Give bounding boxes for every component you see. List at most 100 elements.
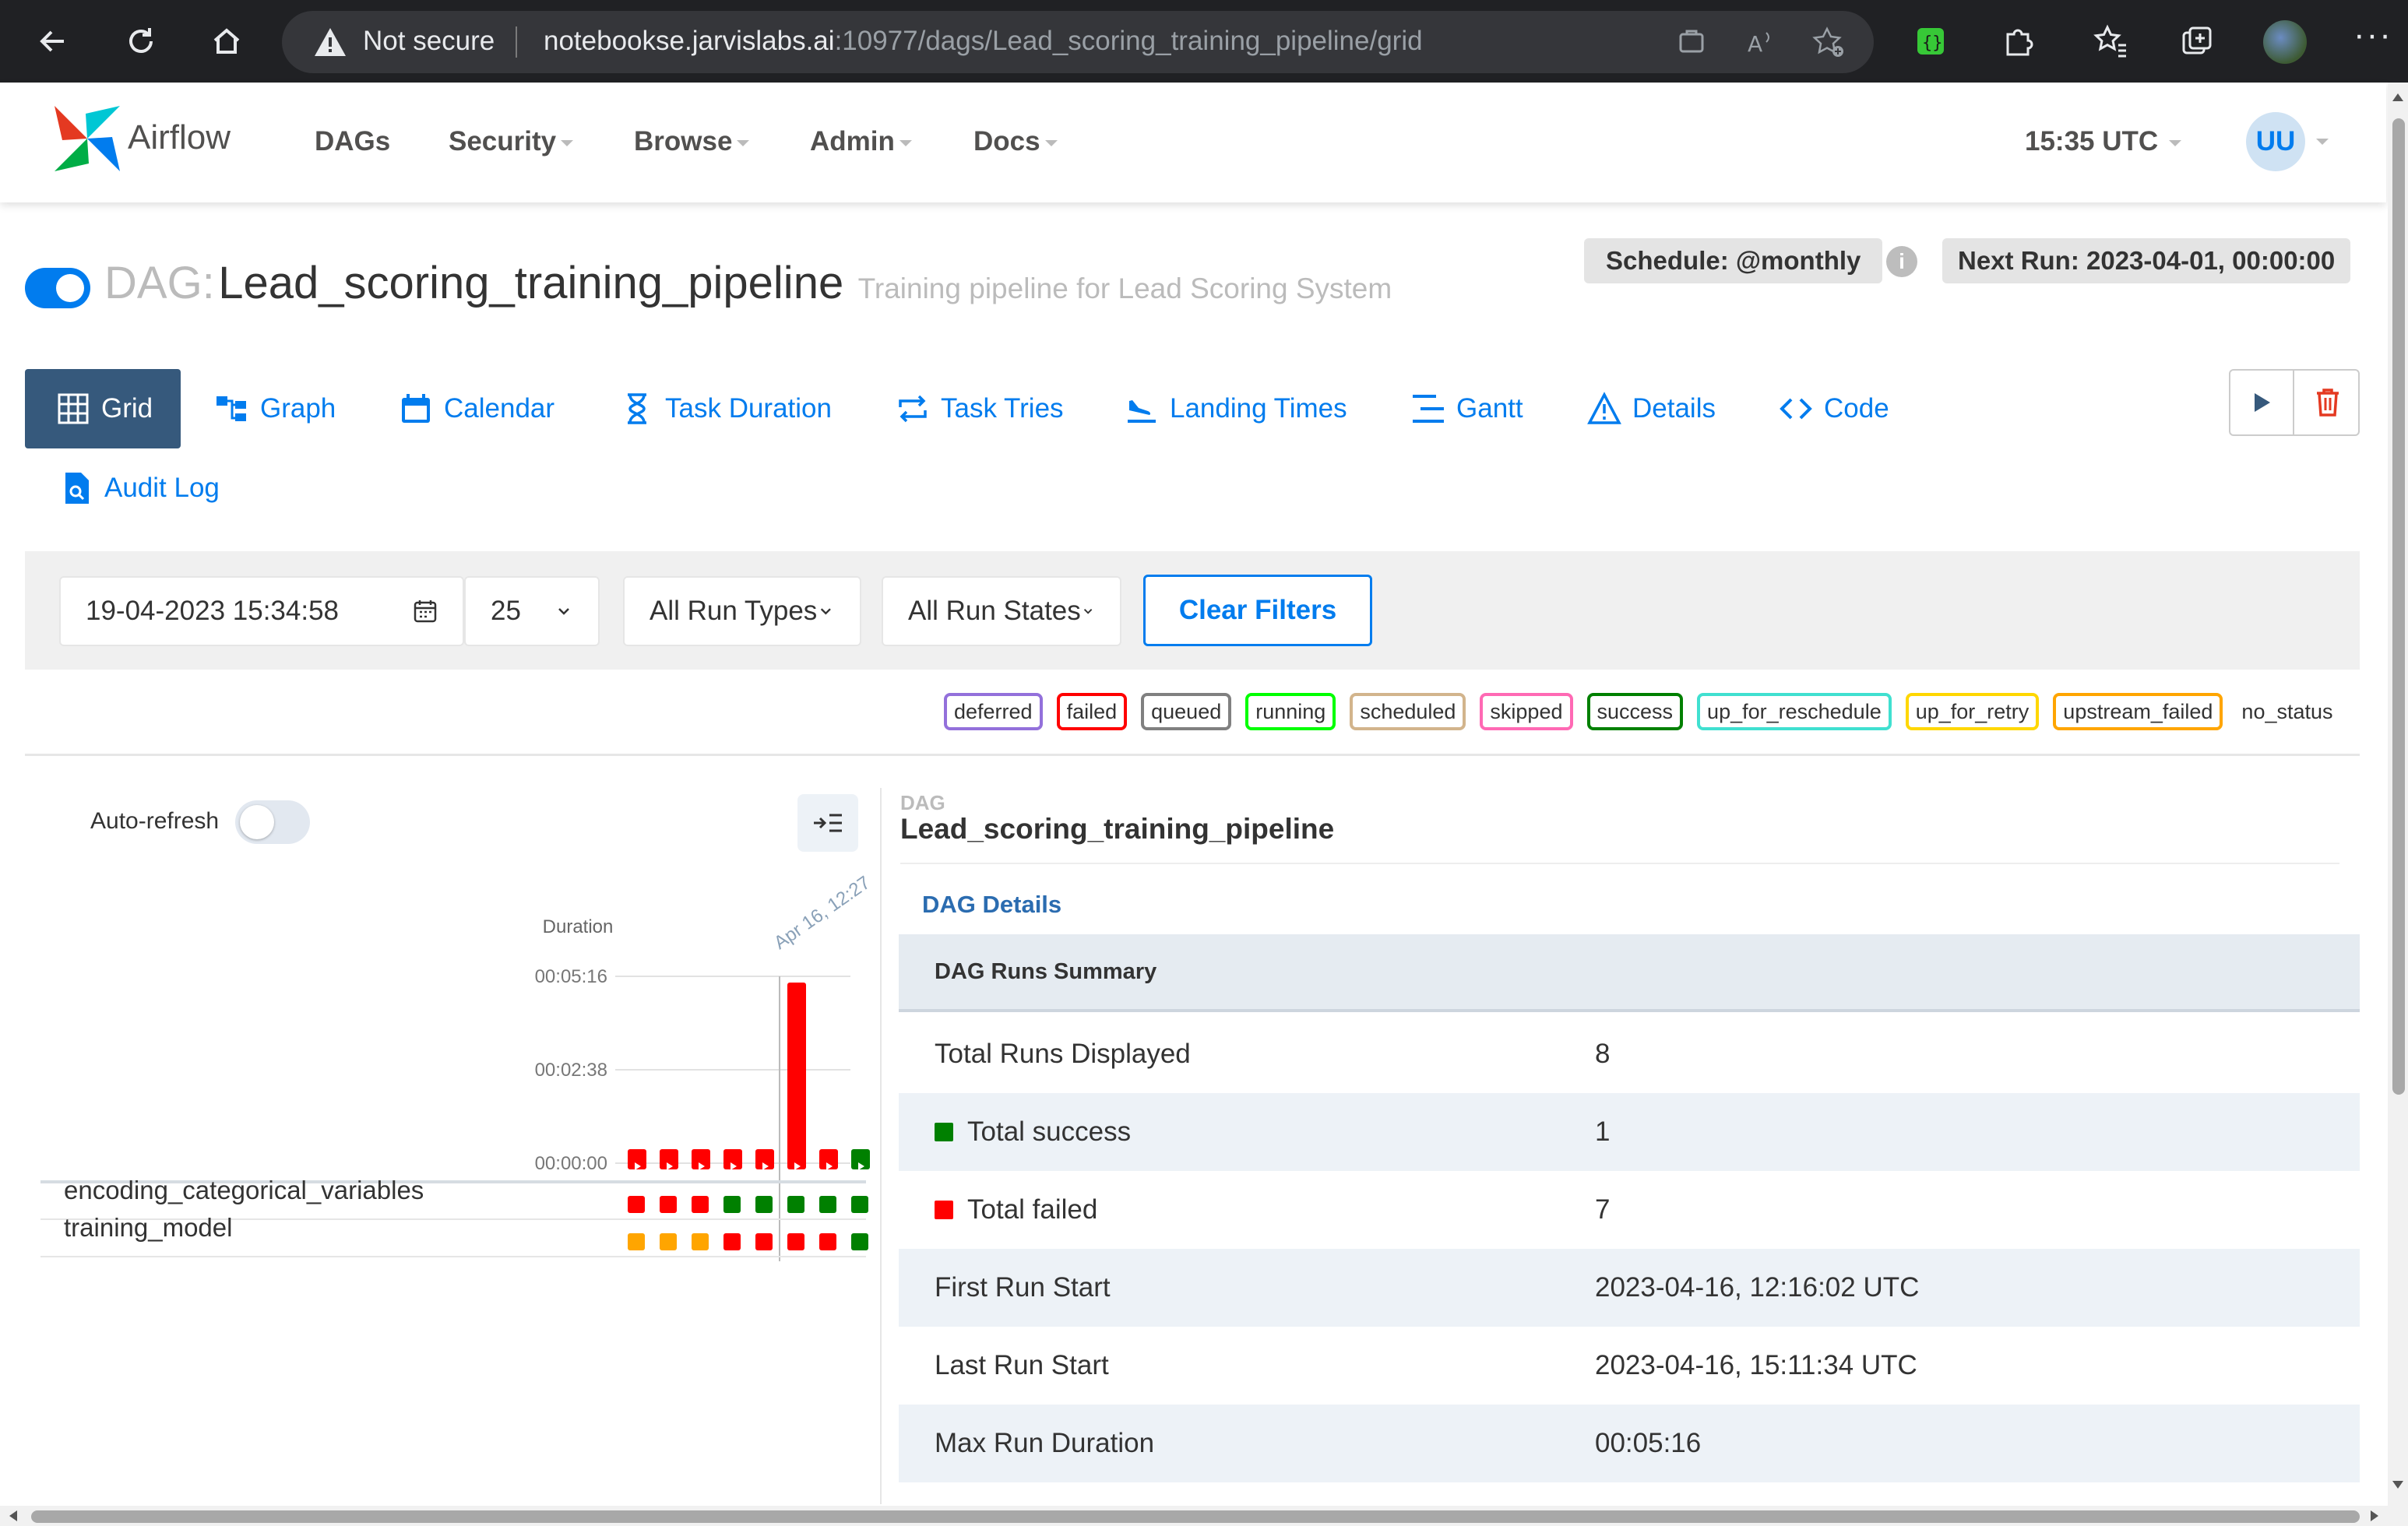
profile-avatar[interactable] bbox=[2263, 20, 2307, 64]
url-text[interactable]: notebookse.jarvislabs.ai:10977/dags/Lead… bbox=[544, 26, 1423, 57]
extension-icon[interactable]: {} bbox=[1913, 23, 1949, 59]
reload-icon[interactable] bbox=[120, 20, 162, 62]
task-instance-square[interactable] bbox=[787, 1233, 804, 1250]
run-states-select[interactable]: All Run States bbox=[882, 576, 1121, 646]
task-name-encoding[interactable]: encoding_categorical_variables bbox=[64, 1176, 424, 1205]
legend-scheduled[interactable]: scheduled bbox=[1350, 693, 1466, 730]
home-icon[interactable] bbox=[206, 20, 248, 62]
task-instance-square[interactable] bbox=[851, 1233, 868, 1250]
task-instance-square[interactable] bbox=[692, 1233, 709, 1250]
scroll-right-icon[interactable] bbox=[2371, 1510, 2378, 1521]
app-available-icon[interactable] bbox=[1674, 25, 1709, 59]
task-instance-square[interactable] bbox=[819, 1233, 836, 1250]
task-instance-square[interactable] bbox=[723, 1233, 741, 1250]
trigger-dag-button[interactable] bbox=[2230, 371, 2294, 434]
run-types-select[interactable]: All Run Types bbox=[623, 576, 861, 646]
scroll-thumb[interactable] bbox=[2392, 118, 2405, 1095]
legend-running[interactable]: running bbox=[1245, 693, 1336, 730]
task-instance-square[interactable] bbox=[628, 1196, 645, 1213]
task-instance-square[interactable] bbox=[692, 1196, 709, 1213]
scroll-left-icon[interactable] bbox=[9, 1510, 17, 1521]
base-date-input[interactable]: 19-04-2023 15:34:58 bbox=[59, 576, 464, 646]
tab-calendar[interactable]: Calendar bbox=[399, 369, 554, 448]
nav-dags[interactable]: DAGs bbox=[315, 126, 390, 157]
scroll-down-icon[interactable] bbox=[2392, 1481, 2403, 1489]
tab-audit-log[interactable]: Audit Log bbox=[59, 448, 220, 528]
legend-up-for-retry[interactable]: up_for_retry bbox=[1905, 693, 2040, 730]
more-menu-icon[interactable]: ··· bbox=[2353, 16, 2392, 54]
legend-deferred[interactable]: deferred bbox=[944, 693, 1043, 730]
legend-failed[interactable]: failed bbox=[1056, 693, 1128, 730]
legend-skipped[interactable]: skipped bbox=[1480, 693, 1573, 730]
legend-no-status[interactable]: no_status bbox=[2237, 693, 2332, 730]
task-instance-square[interactable] bbox=[723, 1196, 741, 1213]
brand-name[interactable]: Airflow bbox=[128, 118, 231, 157]
read-aloud-icon[interactable]: A bbox=[1743, 25, 1777, 59]
failed-swatch bbox=[935, 1201, 953, 1219]
legend-up-for-reschedule[interactable]: up_for_reschedule bbox=[1697, 693, 1892, 730]
legend-queued[interactable]: queued bbox=[1141, 693, 1232, 730]
airflow-logo-icon[interactable] bbox=[50, 101, 125, 176]
task-instance-square[interactable] bbox=[755, 1233, 773, 1250]
summary-value: 00:05:16 bbox=[1595, 1428, 1702, 1458]
nav-browse[interactable]: Browse bbox=[634, 126, 750, 157]
num-runs-select[interactable]: 25 bbox=[464, 576, 600, 646]
back-icon[interactable] bbox=[33, 20, 75, 62]
favorites-icon[interactable] bbox=[2093, 23, 2129, 59]
vertical-scrollbar[interactable] bbox=[2388, 83, 2408, 1526]
summary-key: First Run Start bbox=[935, 1272, 1111, 1303]
nav-admin-label: Admin bbox=[810, 126, 895, 156]
user-menu[interactable]: UU bbox=[2246, 112, 2329, 171]
tab-graph[interactable]: Graph bbox=[215, 369, 336, 448]
tab-gantt[interactable]: Gantt bbox=[1411, 369, 1523, 448]
tab-details[interactable]: Details bbox=[1587, 369, 1716, 448]
run-duration-bar[interactable] bbox=[787, 983, 806, 1169]
legend-upstream-failed[interactable]: upstream_failed bbox=[2053, 693, 2223, 730]
task-instance-square[interactable] bbox=[628, 1233, 645, 1250]
task-instance-square[interactable] bbox=[819, 1196, 836, 1213]
nav-security[interactable]: Security bbox=[449, 126, 574, 157]
info-icon[interactable]: i bbox=[1886, 246, 1917, 277]
task-instance-square[interactable] bbox=[851, 1196, 868, 1213]
task-name-training[interactable]: training_model bbox=[64, 1213, 232, 1243]
dag-action-buttons bbox=[2229, 369, 2360, 436]
dag-pause-toggle[interactable] bbox=[25, 268, 90, 308]
chevron-down-icon bbox=[899, 139, 912, 146]
tab-task-tries[interactable]: Task Tries bbox=[896, 369, 1064, 448]
chevron-down-icon bbox=[1083, 609, 1093, 614]
horizontal-scrollbar[interactable] bbox=[0, 1506, 2388, 1526]
nav-security-label: Security bbox=[449, 126, 557, 156]
task-instance-square[interactable] bbox=[787, 1196, 804, 1213]
duration-axis-label: Duration bbox=[543, 916, 614, 937]
extensions-puzzle-icon[interactable] bbox=[2000, 23, 2036, 59]
delete-dag-button[interactable] bbox=[2296, 371, 2360, 434]
calendar-picker-icon[interactable] bbox=[413, 599, 438, 624]
timezone-clock[interactable]: 15:35 UTC bbox=[2025, 126, 2182, 157]
summary-value: 8 bbox=[1595, 1039, 1611, 1069]
scroll-thumb[interactable] bbox=[31, 1510, 2360, 1523]
scroll-up-icon[interactable] bbox=[2392, 93, 2403, 101]
tab-gantt-label: Gantt bbox=[1456, 393, 1523, 424]
add-favorite-icon[interactable] bbox=[1811, 25, 1846, 59]
switch-knob bbox=[240, 805, 274, 839]
legend-success[interactable]: success bbox=[1586, 693, 1684, 730]
chevron-down-icon bbox=[737, 139, 750, 146]
task-instance-square[interactable] bbox=[660, 1233, 677, 1250]
tab-landing-times[interactable]: Landing Times bbox=[1125, 369, 1347, 448]
nav-dags-label: DAGs bbox=[315, 126, 391, 156]
tab-code[interactable]: Code bbox=[1779, 369, 1889, 448]
task-instance-square[interactable] bbox=[660, 1196, 677, 1213]
address-bar[interactable]: Not secure notebookse.jarvislabs.ai:1097… bbox=[282, 11, 1874, 73]
airflow-navbar: Airflow DAGs Security Browse Admin Docs … bbox=[0, 83, 2386, 202]
collections-icon[interactable] bbox=[2179, 23, 2215, 59]
tab-grid[interactable]: Grid bbox=[25, 369, 181, 448]
tab-task-duration[interactable]: Task Duration bbox=[620, 369, 832, 448]
nav-admin[interactable]: Admin bbox=[810, 126, 912, 157]
dag-details-link[interactable]: DAG Details bbox=[922, 891, 1061, 919]
auto-refresh-switch[interactable] bbox=[235, 800, 310, 844]
task-instance-square[interactable] bbox=[755, 1196, 773, 1213]
user-avatar: UU bbox=[2246, 112, 2305, 171]
collapse-details-button[interactable] bbox=[797, 794, 858, 852]
nav-docs[interactable]: Docs bbox=[973, 126, 1058, 157]
clear-filters-button[interactable]: Clear Filters bbox=[1143, 575, 1372, 646]
